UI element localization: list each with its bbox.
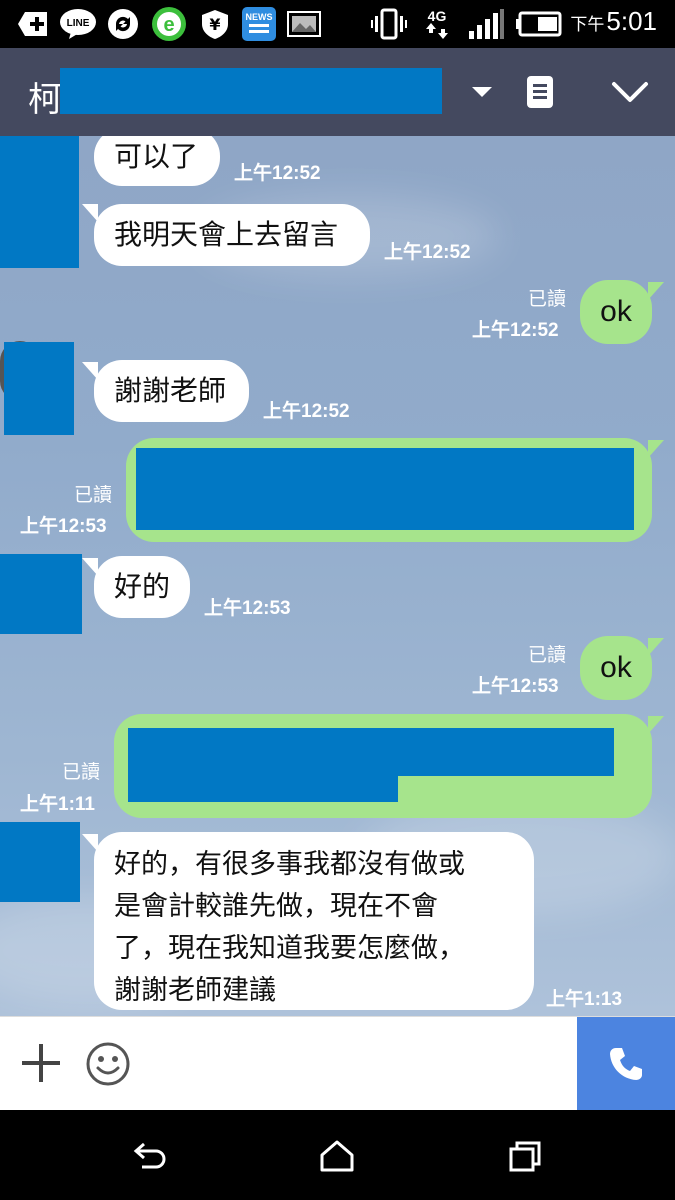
time-value: 5:01	[606, 6, 657, 36]
plus-icon[interactable]	[20, 1042, 62, 1084]
message-bubble-out[interactable]: ok	[580, 280, 652, 344]
message-time: 上午12:53	[20, 516, 107, 537]
vibrate-icon	[370, 7, 408, 41]
redacted-message	[136, 448, 634, 530]
bubble-tail	[82, 834, 98, 852]
message-text-line: 謝謝老師建議	[114, 975, 276, 1006]
browser-e-icon: e	[150, 7, 188, 41]
read-receipt: 已讀	[62, 761, 101, 783]
message-time: 上午1:11	[20, 794, 95, 815]
plus-box-icon	[16, 7, 50, 41]
network-label: 4G	[427, 8, 447, 24]
redacted-message	[128, 728, 614, 776]
message-time: 上午12:52	[472, 320, 559, 341]
avatar-redacted[interactable]	[0, 136, 79, 268]
message-time: 上午12:52	[263, 401, 350, 422]
redacted-contact-name	[60, 68, 442, 114]
bubble-tail	[82, 558, 98, 576]
home-icon[interactable]	[316, 1135, 358, 1177]
message-text-line: 是會計較誰先做，現在不會	[114, 891, 438, 922]
chat-header: 柯	[0, 48, 675, 136]
dropdown-arrow-icon[interactable]	[460, 70, 504, 114]
network-4g-icon: 4G	[420, 7, 454, 41]
status-time: 下午5:01	[570, 6, 657, 37]
svg-text:NEWS: NEWS	[246, 12, 273, 22]
message-time: 上午1:13	[546, 989, 623, 1010]
message-text-line: 了，現在我知道我要怎麼做，	[114, 933, 465, 964]
message-bubble-in[interactable]: 好的	[94, 556, 190, 618]
call-button[interactable]	[577, 1017, 675, 1111]
message-text: 可以了	[114, 140, 199, 173]
message-time: 上午12:53	[204, 598, 291, 619]
photo-icon	[286, 7, 322, 41]
message-text-line: 好的，有很多事我都沒有做或	[114, 849, 465, 880]
message-bubble-in[interactable]: 我明天會上去留言	[94, 204, 370, 266]
phone-icon	[610, 1048, 642, 1080]
redacted-message	[128, 774, 398, 802]
message-time: 上午12:52	[234, 163, 321, 184]
news-app-icon: NEWS	[240, 7, 278, 41]
svg-text:e: e	[163, 14, 174, 36]
status-bar: LINE e ¥ NEWS 4G 下午5:01	[0, 0, 675, 48]
message-bubble-out[interactable]	[114, 714, 652, 818]
message-bubble-out[interactable]: ok	[580, 636, 652, 700]
shield-yen-icon: ¥	[197, 7, 233, 41]
message-bubble-out[interactable]	[126, 438, 652, 542]
read-receipt: 已讀	[74, 484, 113, 506]
chat-area[interactable]: 可以了 上午12:52 我明天會上去留言 上午12:52 已讀 上午12:52 …	[0, 136, 675, 1016]
navigation-bar	[0, 1110, 675, 1200]
bubble-tail	[648, 440, 664, 458]
bubble-tail	[648, 638, 664, 656]
read-receipt: 已讀	[528, 288, 567, 310]
bubble-tail	[648, 282, 664, 300]
message-bubble-in[interactable]: 好的，有很多事我都沒有做或 是會計較誰先做，現在不會 了，現在我知道我要怎麼做，…	[94, 832, 534, 1010]
message-text: ok	[600, 651, 632, 684]
read-receipt: 已讀	[528, 644, 567, 666]
notes-icon[interactable]	[518, 70, 562, 114]
message-input-bar	[0, 1016, 675, 1111]
svg-text:LINE: LINE	[67, 18, 90, 29]
emoji-icon[interactable]	[85, 1041, 131, 1087]
line-app-icon: LINE	[58, 7, 98, 41]
avatar-redacted[interactable]	[4, 342, 74, 435]
message-text: ok	[600, 295, 632, 328]
message-bubble-in[interactable]: 謝謝老師	[94, 360, 249, 422]
contact-name[interactable]: 柯	[28, 72, 62, 121]
message-text: 我明天會上去留言	[114, 218, 339, 251]
svg-text:¥: ¥	[209, 15, 220, 34]
signal-bars-icon	[466, 7, 506, 41]
time-ampm: 下午	[570, 15, 605, 34]
message-time: 上午12:53	[472, 676, 559, 697]
bubble-tail	[82, 204, 98, 222]
bubble-tail	[82, 362, 98, 380]
chevron-down-icon[interactable]	[608, 70, 652, 114]
bubble-tail	[648, 716, 664, 734]
message-text: 謝謝老師	[114, 374, 227, 407]
battery-icon	[514, 7, 564, 41]
message-time: 上午12:52	[384, 242, 471, 263]
back-icon[interactable]	[129, 1135, 171, 1177]
message-bubble-in[interactable]: 可以了	[94, 136, 220, 186]
message-text: 好的	[114, 570, 171, 603]
sync-icon	[105, 7, 141, 41]
avatar-redacted[interactable]	[0, 822, 80, 902]
recent-apps-icon[interactable]	[504, 1135, 546, 1177]
avatar-redacted[interactable]	[0, 554, 82, 634]
